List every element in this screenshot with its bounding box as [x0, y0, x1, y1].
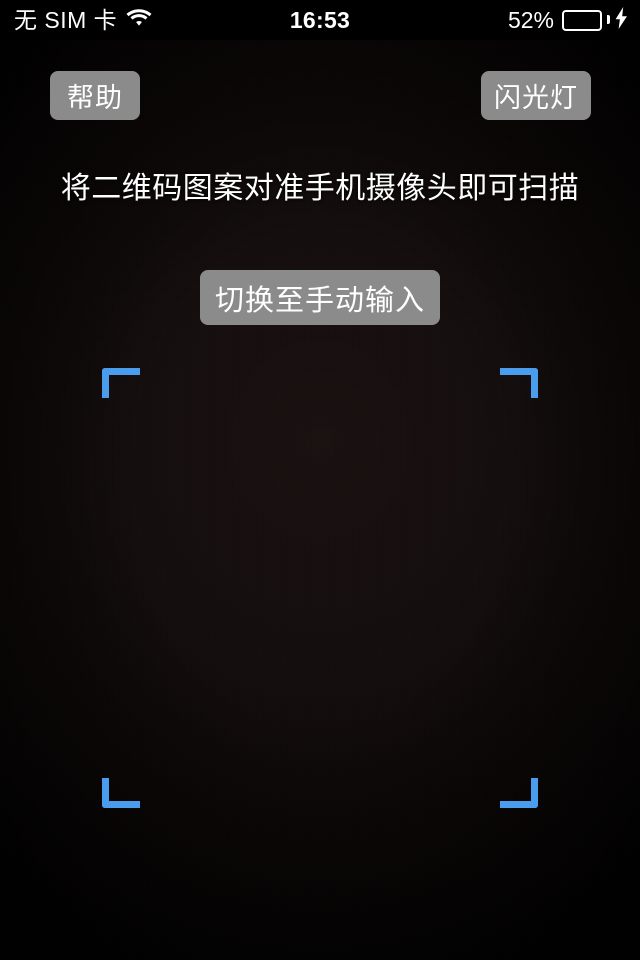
help-button[interactable]: 帮助	[50, 71, 140, 120]
battery-percent-label: 52%	[507, 6, 554, 33]
battery-body	[562, 9, 602, 31]
qr-scanner-screen: 无 SIM 卡 16:53 52% 帮助 闪光灯 将二维码图案对准手机摄像头即可…	[0, 0, 640, 960]
status-bar-left: 无 SIM 卡	[14, 8, 152, 32]
lightning-bolt-icon	[615, 6, 628, 34]
carrier-label: 无 SIM 卡	[14, 6, 118, 33]
switch-to-manual-input-button[interactable]: 切换至手动输入	[200, 270, 440, 325]
camera-vignette-overlay	[0, 0, 640, 960]
camera-preview	[0, 0, 640, 960]
battery-icon	[562, 9, 610, 31]
status-bar: 无 SIM 卡 16:53 52%	[0, 0, 640, 40]
scan-hint-text: 将二维码图案对准手机摄像头即可扫描	[60, 172, 580, 205]
status-bar-right: 52%	[507, 6, 628, 34]
battery-nub	[607, 15, 610, 24]
wifi-icon	[126, 8, 152, 32]
flashlight-toggle-button[interactable]: 闪光灯	[481, 71, 591, 120]
